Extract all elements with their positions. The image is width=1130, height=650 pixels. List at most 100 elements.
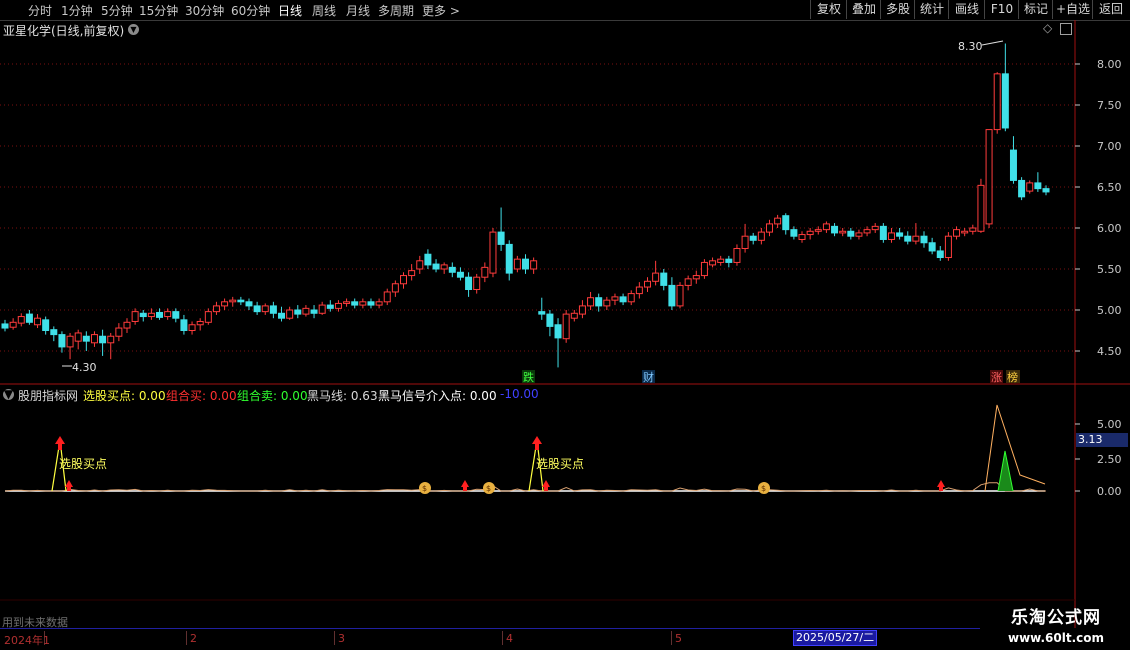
candle — [554, 318, 562, 368]
candle-body — [229, 299, 237, 303]
candle — [505, 240, 513, 281]
svg-text:$: $ — [486, 484, 491, 493]
ind-tick-5: 5.00 — [1097, 418, 1122, 431]
mark-button[interactable]: 标记 — [1018, 0, 1053, 19]
candle-body — [1042, 188, 1050, 193]
candle — [847, 228, 855, 240]
candle — [611, 293, 619, 306]
price-chart[interactable]: 8.00 7.50 7.00 6.50 6.00 5.50 5.00 4.50 8.30 4.… — [0, 0, 1130, 650]
candle-body — [334, 302, 342, 309]
candle-body — [351, 301, 359, 306]
candle-body — [1009, 149, 1017, 181]
overlay-button[interactable]: 叠加 — [846, 0, 881, 19]
statistics-button[interactable]: 统计 — [914, 0, 949, 19]
period-15min[interactable]: 15分钟 — [139, 2, 178, 19]
period-1min[interactable]: 1分钟 — [61, 2, 93, 19]
candle-body — [855, 232, 863, 237]
candle — [562, 310, 570, 343]
candle-body — [278, 312, 286, 319]
candle — [595, 293, 603, 312]
ind-tick-0: 0.00 — [1097, 485, 1122, 498]
period-multi[interactable]: 多周期 — [378, 2, 414, 19]
candle-body — [424, 253, 432, 266]
candle-body — [164, 311, 172, 318]
candle — [269, 301, 277, 319]
candle-body — [416, 260, 424, 270]
back-button[interactable]: 返回 — [1092, 0, 1129, 19]
candle-body — [1026, 182, 1034, 192]
candle — [310, 305, 318, 319]
indicator-name[interactable]: 股朋指标网 — [18, 387, 78, 404]
candle-body — [806, 230, 814, 236]
event-tag-zhang: 涨 — [991, 371, 1002, 384]
candle — [261, 303, 269, 315]
candle — [912, 223, 920, 245]
candle-body — [261, 305, 269, 313]
candle-body — [172, 311, 180, 319]
candle — [782, 213, 790, 235]
candle — [717, 255, 725, 266]
candle — [546, 310, 554, 337]
period-fenshi[interactable]: 分时 — [28, 2, 52, 19]
candle — [221, 298, 229, 310]
add-watchlist-button[interactable]: +自选 — [1052, 0, 1093, 19]
draw-line-button[interactable]: 画线 — [948, 0, 985, 19]
period-weekly[interactable]: 周线 — [312, 2, 336, 19]
fuquan-button[interactable]: 复权 — [810, 0, 847, 19]
candle — [90, 331, 98, 347]
price-tick-label: 8.00 — [1097, 58, 1122, 71]
candle — [212, 301, 220, 315]
candle-body — [237, 299, 245, 303]
multi-stock-button[interactable]: 多股 — [880, 0, 915, 19]
diamond-icon[interactable]: ◇ — [1043, 21, 1052, 35]
period-30min[interactable]: 30分钟 — [185, 2, 224, 19]
period-5min[interactable]: 5分钟 — [101, 2, 133, 19]
candle-body — [25, 313, 33, 323]
candle-body — [619, 296, 627, 303]
indicator-item-0: 选股买点: 0.00 — [83, 389, 166, 403]
candle — [765, 219, 773, 237]
period-daily[interactable]: 日线 — [278, 2, 302, 19]
candle — [278, 306, 286, 322]
candle — [774, 214, 782, 228]
candle-body — [82, 335, 90, 342]
candle-body — [310, 309, 318, 314]
candle — [928, 237, 936, 255]
event-tag-bg-3 — [990, 370, 1003, 383]
candle-body — [587, 297, 595, 307]
period-monthly[interactable]: 月线 — [346, 2, 370, 19]
candle-body — [180, 319, 188, 331]
candle — [692, 270, 700, 284]
candle-body — [90, 334, 98, 344]
candle-body — [107, 335, 115, 344]
money-bag-icon-3: $ — [758, 482, 770, 494]
f10-button[interactable]: F10 — [984, 0, 1019, 19]
candle-body — [465, 276, 473, 291]
period-more[interactable]: 更多 > — [422, 2, 460, 19]
cursor-date-tip: 2025/05/27/二 — [793, 630, 878, 646]
candle-body — [343, 301, 351, 304]
candle-body — [554, 324, 562, 339]
candle — [25, 310, 33, 325]
candle — [66, 332, 74, 360]
event-tag-cai: 财 — [643, 370, 654, 384]
candle-body — [196, 320, 204, 326]
candle — [757, 228, 765, 245]
chevron-down-icon[interactable]: ▼ — [3, 388, 14, 400]
candle — [107, 332, 115, 360]
candle-body — [473, 276, 481, 291]
candle-body — [977, 184, 985, 232]
candle — [676, 282, 684, 309]
watermark-url: www.60lt.com — [1007, 631, 1105, 645]
period-60min[interactable]: 60分钟 — [231, 2, 270, 19]
candle — [456, 267, 464, 281]
candle — [741, 223, 749, 253]
price-tick-label: 5.00 — [1097, 304, 1122, 317]
candle — [237, 296, 245, 306]
candle — [725, 255, 733, 268]
chevron-down-icon[interactable]: ▼ — [128, 24, 139, 35]
candle — [391, 280, 399, 297]
panel-toggle-icon[interactable] — [1060, 23, 1072, 35]
candle-body — [269, 305, 277, 314]
candle — [643, 277, 651, 292]
